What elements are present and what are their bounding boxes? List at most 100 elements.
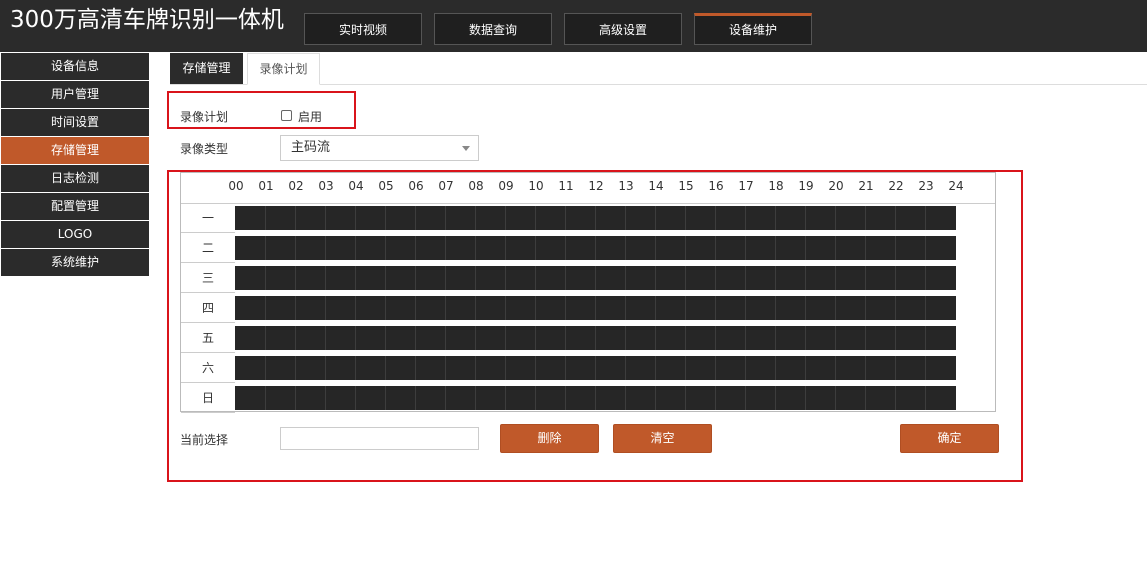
hour-gridline — [685, 356, 686, 380]
sidebar-item-user-management[interactable]: 用户管理 — [1, 81, 149, 108]
hour-gridline — [865, 266, 866, 290]
hour-gridline — [835, 326, 836, 350]
hour-label: 00 — [228, 179, 244, 193]
hour-gridline — [535, 326, 536, 350]
hour-gridline — [805, 326, 806, 350]
hour-gridline — [895, 386, 896, 410]
hour-gridline — [385, 206, 386, 230]
hour-label: 08 — [468, 179, 484, 193]
hour-label: 22 — [888, 179, 904, 193]
hour-gridline — [445, 296, 446, 320]
hour-gridline — [595, 326, 596, 350]
sidebar-item-storage-management[interactable]: 存储管理 — [1, 137, 149, 164]
day-label: 三 — [181, 263, 235, 293]
day-schedule-bar[interactable] — [235, 296, 956, 320]
hour-gridline — [355, 236, 356, 260]
hour-gridline — [685, 206, 686, 230]
sidebar-item-time-settings[interactable]: 时间设置 — [1, 109, 149, 136]
hour-header: 00 01 02 03 04 05 06 07 08 09 10 11 12 13 14 15 16 17 18 19… — [181, 173, 995, 204]
subtab-recording-plan[interactable]: 录像计划 — [247, 53, 320, 85]
hour-gridline — [535, 266, 536, 290]
hour-gridline — [415, 266, 416, 290]
hour-gridline — [565, 236, 566, 260]
hour-gridline — [385, 356, 386, 380]
hour-gridline — [445, 356, 446, 380]
current-selection-field[interactable] — [280, 427, 479, 450]
day-schedule-bar[interactable] — [235, 386, 956, 410]
sidebar-item-logo[interactable]: LOGO — [1, 221, 149, 248]
delete-button[interactable]: 删除 — [500, 424, 599, 453]
hour-gridline — [505, 296, 506, 320]
hour-gridline — [805, 356, 806, 380]
subtab-storage-management[interactable]: 存储管理 — [170, 53, 243, 84]
hour-label: 23 — [918, 179, 934, 193]
tab-advanced-settings[interactable]: 高级设置 — [564, 13, 682, 45]
hour-gridline — [565, 386, 566, 410]
hour-gridline — [565, 296, 566, 320]
hour-gridline — [835, 206, 836, 230]
hour-gridline — [925, 356, 926, 380]
hour-gridline — [625, 236, 626, 260]
hour-gridline — [325, 236, 326, 260]
tab-device-maintenance[interactable]: 设备维护 — [694, 13, 812, 45]
hour-gridline — [445, 386, 446, 410]
hour-gridline — [775, 206, 776, 230]
hour-gridline — [415, 296, 416, 320]
hour-gridline — [835, 356, 836, 380]
hour-gridline — [385, 266, 386, 290]
hour-gridline — [865, 296, 866, 320]
day-schedule-bar[interactable] — [235, 356, 956, 380]
hour-label: 20 — [828, 179, 844, 193]
day-schedule-bar[interactable] — [235, 206, 956, 230]
tab-data-query[interactable]: 数据查询 — [434, 13, 552, 45]
hour-gridline — [685, 236, 686, 260]
hour-gridline — [265, 206, 266, 230]
hour-gridline — [505, 266, 506, 290]
enable-checkbox[interactable] — [281, 110, 292, 121]
hour-gridline — [925, 296, 926, 320]
chevron-down-icon — [462, 146, 470, 151]
day-schedule-bar[interactable] — [235, 236, 956, 260]
hour-label: 12 — [588, 179, 604, 193]
hour-gridline — [895, 296, 896, 320]
hour-gridline — [565, 206, 566, 230]
hour-gridline — [655, 296, 656, 320]
hour-label: 05 — [378, 179, 394, 193]
hour-gridline — [685, 326, 686, 350]
hour-gridline — [895, 236, 896, 260]
day-schedule-bar[interactable] — [235, 266, 956, 290]
recording-type-select[interactable]: 主码流 — [280, 135, 479, 161]
hour-gridline — [925, 326, 926, 350]
clear-button[interactable]: 清空 — [613, 424, 712, 453]
sidebar-item-config-management[interactable]: 配置管理 — [1, 193, 149, 220]
confirm-button[interactable]: 确定 — [900, 424, 999, 453]
schedule-day-row: 二 — [181, 233, 995, 263]
day-schedule-bar[interactable] — [235, 326, 956, 350]
hour-gridline — [355, 386, 356, 410]
hour-gridline — [775, 296, 776, 320]
hour-gridline — [535, 296, 536, 320]
hour-gridline — [355, 296, 356, 320]
hour-gridline — [775, 386, 776, 410]
hour-gridline — [535, 356, 536, 380]
hour-gridline — [685, 266, 686, 290]
sidebar-item-system-maintenance[interactable]: 系统维护 — [1, 249, 149, 276]
day-label: 四 — [181, 293, 235, 323]
hour-gridline — [295, 326, 296, 350]
hour-gridline — [505, 356, 506, 380]
tab-live-video[interactable]: 实时视频 — [304, 13, 422, 45]
enable-label: 启用 — [298, 110, 323, 124]
hour-gridline — [295, 206, 296, 230]
hour-gridline — [535, 386, 536, 410]
hour-gridline — [565, 266, 566, 290]
hour-gridline — [295, 296, 296, 320]
hour-gridline — [535, 206, 536, 230]
hour-gridline — [325, 266, 326, 290]
hour-gridline — [265, 356, 266, 380]
sidebar-item-device-info[interactable]: 设备信息 — [1, 53, 149, 80]
hour-gridline — [655, 386, 656, 410]
schedule-day-row: 六 — [181, 353, 995, 383]
sidebar-item-log-check[interactable]: 日志检测 — [1, 165, 149, 192]
schedule-grid: 00 01 02 03 04 05 06 07 08 09 10 11 12 13 14 15 16 17 18 19… — [180, 172, 996, 413]
hour-gridline — [445, 236, 446, 260]
